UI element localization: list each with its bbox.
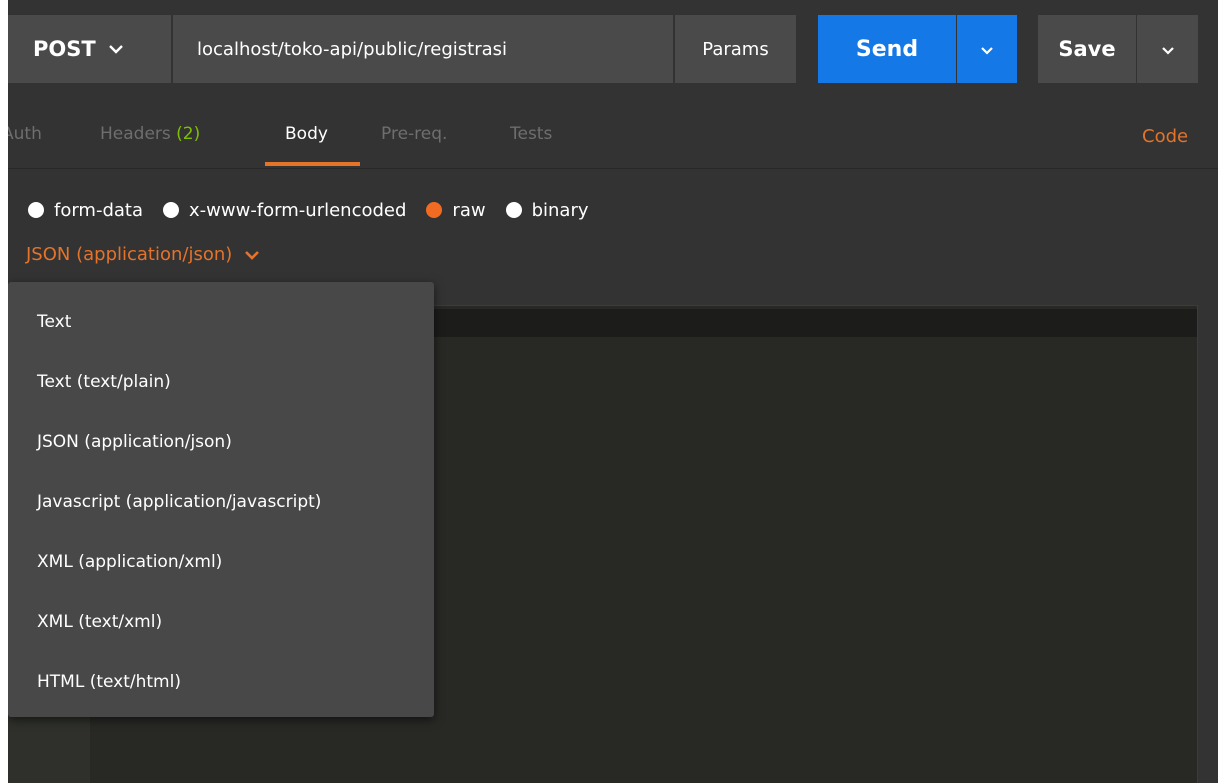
menu-item-text-plain[interactable]: Text (text/plain)	[8, 352, 434, 412]
radio-binary[interactable]: binary	[505, 199, 589, 221]
tab-tests[interactable]: Tests	[510, 124, 552, 144]
request-tabs: Auth Headers (2) Body Pre-req. Tests Cod…	[8, 83, 1218, 169]
chevron-down-icon	[980, 40, 994, 59]
content-type-select[interactable]: JSON (application/json)	[26, 244, 260, 265]
content-type-label: JSON (application/json)	[26, 244, 233, 265]
tab-body[interactable]: Body	[285, 124, 328, 144]
request-url-bar: POST localhost/toko-api/public/registras…	[8, 15, 1198, 83]
content-type-dropdown-menu: Text Text (text/plain) JSON (application…	[8, 282, 434, 717]
chevron-down-icon	[244, 250, 260, 260]
postman-request-builder: POST localhost/toko-api/public/registras…	[8, 0, 1218, 783]
chevron-down-icon	[1161, 40, 1175, 59]
chevron-down-icon	[108, 44, 124, 54]
radio-raw[interactable]: raw	[426, 199, 486, 221]
save-options-button[interactable]	[1137, 15, 1198, 83]
menu-item-xml-text[interactable]: XML (text/xml)	[8, 592, 434, 652]
radio-x-www-form-urlencoded[interactable]: x-www-form-urlencoded	[163, 200, 406, 221]
menu-item-javascript[interactable]: Javascript (application/javascript)	[8, 472, 434, 532]
radio-dot-selected	[426, 202, 443, 218]
tab-headers-label: Headers	[100, 124, 171, 144]
body-mode-radios: form-data x-www-form-urlencoded raw bina…	[28, 196, 609, 224]
method-select[interactable]: POST	[8, 15, 171, 83]
url-input[interactable]: localhost/toko-api/public/registrasi	[173, 15, 673, 83]
radio-dot	[28, 202, 44, 218]
menu-item-html[interactable]: HTML (text/html)	[8, 652, 434, 712]
tab-pre-request[interactable]: Pre-req.	[381, 124, 447, 144]
menu-item-xml-application[interactable]: XML (application/xml)	[8, 532, 434, 592]
radio-dot	[163, 202, 180, 218]
headers-count-badge: (2)	[176, 124, 201, 144]
radio-form-data[interactable]: form-data	[28, 200, 143, 221]
send-button[interactable]: Send	[818, 15, 956, 83]
radio-label: x-www-form-urlencoded	[189, 199, 407, 221]
radio-label: binary	[531, 199, 589, 221]
method-label: POST	[33, 37, 96, 61]
menu-item-json[interactable]: JSON (application/json)	[8, 412, 434, 472]
radio-dot	[505, 202, 522, 218]
tab-auth[interactable]: Auth	[8, 124, 42, 144]
menu-item-text[interactable]: Text	[8, 292, 434, 352]
send-options-button[interactable]	[957, 15, 1017, 83]
params-button[interactable]: Params	[675, 15, 796, 83]
active-tab-indicator	[265, 162, 360, 166]
radio-label: form-data	[54, 199, 144, 221]
save-button[interactable]: Save	[1038, 15, 1136, 83]
tab-headers[interactable]: Headers (2)	[100, 124, 200, 144]
code-link[interactable]: Code	[1142, 126, 1188, 147]
radio-label: raw	[452, 199, 486, 221]
